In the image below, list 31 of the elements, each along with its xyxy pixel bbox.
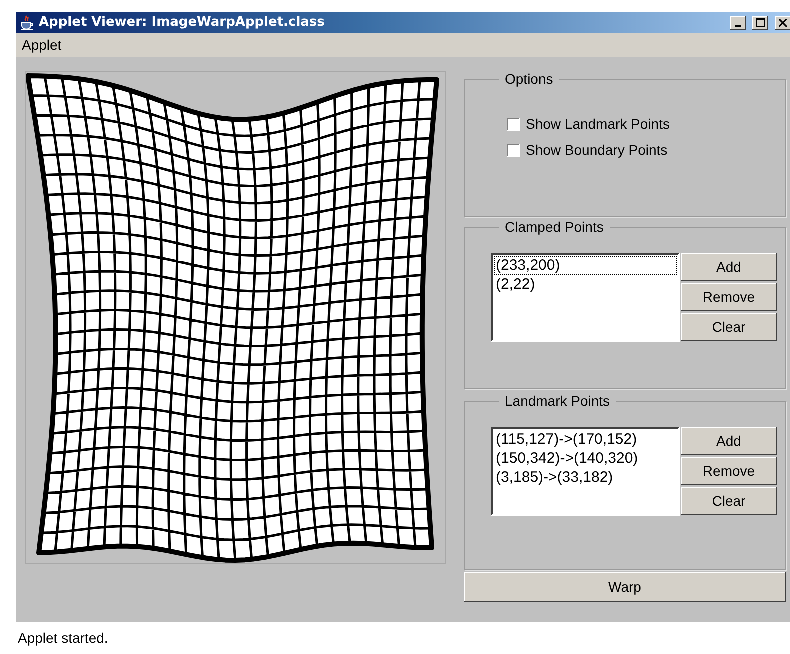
panel-title: Clamped Points — [504, 219, 605, 235]
list-button[interactable]: Remove — [681, 457, 777, 485]
maximize-icon — [756, 18, 764, 27]
list-button[interactable]: Clear — [681, 313, 777, 341]
menu-item[interactable]: Applet — [22, 37, 62, 53]
close-icon — [779, 18, 787, 26]
minimize-button[interactable] — [730, 16, 746, 30]
close-button[interactable] — [775, 16, 790, 30]
status-text: Applet started. — [18, 630, 108, 646]
list-item[interactable]: (2,22) — [494, 275, 677, 294]
checkbox-label: Show Landmark Points — [526, 116, 670, 132]
panel-title: Options — [504, 71, 554, 87]
list-item[interactable]: (150,342)->(140,320) — [494, 449, 677, 468]
points-list[interactable]: (115,127)->(170,152) (150,342)->(140,320) (3,185)->(33,182) — [491, 427, 680, 516]
minimize-icon — [735, 24, 741, 26]
checkbox[interactable] — [507, 118, 520, 130]
coffee-cup-icon — [19, 14, 35, 30]
list-button[interactable]: Add — [681, 253, 777, 281]
list-button[interactable]: Clear — [681, 487, 777, 515]
list-button[interactable]: Remove — [681, 283, 777, 311]
maximize-button[interactable] — [752, 16, 768, 30]
checkbox[interactable] — [507, 144, 520, 156]
points-list[interactable]: (233,200) (2,22) — [491, 253, 680, 342]
window-title: Applet Viewer: ImageWarpApplet.class — [39, 15, 326, 30]
list-item[interactable]: (115,127)->(170,152) — [494, 430, 677, 449]
list-button[interactable]: Add — [681, 427, 777, 455]
checkbox-label: Show Boundary Points — [526, 142, 668, 158]
list-item[interactable]: (233,200) — [494, 256, 677, 275]
warp-button[interactable]: Warp — [464, 572, 786, 602]
panel-title: Landmark Points — [504, 393, 612, 409]
list-item[interactable]: (3,185)->(33,182) — [494, 468, 677, 487]
